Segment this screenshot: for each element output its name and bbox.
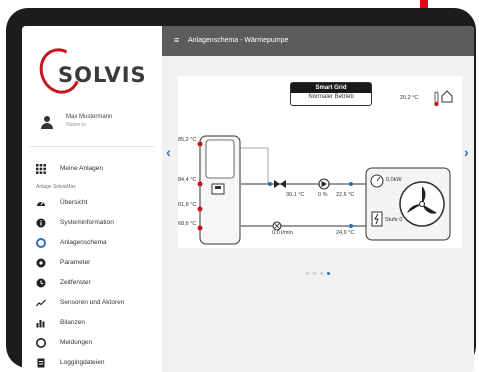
smart-grid-status: Normaler Betrieb [308,94,354,100]
sidebar-item-zeitfenster[interactable]: Zeitfenster [22,274,162,292]
sidebar-item-meine-anlagen[interactable]: Meine Anlagen [22,160,162,178]
sidebar-item-label: Bilanzen [60,319,85,326]
sidebar-item-label: Sensoren und Aktoren [60,299,125,306]
sensor-dot [197,225,203,231]
page-dot[interactable] [320,272,323,275]
sensor-dot [197,141,203,147]
section-label: Anlage SolvisMax [36,184,76,190]
info-icon [36,218,46,228]
tablet-frame: SOLVIS Max Mustermann Nutzer:in Meine An… [6,8,476,372]
sensor-dot [197,206,203,212]
page-dot-active[interactable] [327,272,330,275]
tank-temp-bottom: 68,6 °C [178,221,197,227]
page-dot[interactable] [313,272,316,275]
grid-icon [36,164,46,174]
sensor-icon [36,298,46,308]
sensor-dot [197,181,203,187]
main-content: ≡ Anlagenschema - Wärmepumpe ‹ › Smart G… [162,26,474,372]
bell-icon [36,338,46,348]
sidebar-item-label: Meldungen [60,339,93,346]
sidebar-item-parameter[interactable]: Parameter [22,254,162,272]
sidebar-item-bilanzen[interactable]: Bilanzen [22,314,162,332]
sidebar-item-meldungen[interactable]: Meldungen [22,334,162,352]
hp-flow-temp: 22,6 °C [336,192,355,198]
page-indicator [162,262,474,280]
sensor-dot [268,182,272,186]
thermometer-icon [434,91,439,104]
solvis-logo: SOLVIS [33,42,154,100]
sidebar-item-loggingdateien[interactable]: Loggingdateien [22,354,162,372]
speedometer-icon [36,198,46,208]
top-bar: ≡ Anlagenschema - Wärmepumpe [162,26,474,56]
sensor-dot [349,224,353,228]
sidebar-item-label: Parameter [60,259,91,266]
house-icon [441,90,453,103]
sidebar-item-label: Übersicht [60,199,88,206]
sidebar-item-uebersicht[interactable]: Übersicht [22,194,162,212]
smart-grid-title: Smart Grid [291,83,371,93]
gear-icon [36,258,46,268]
pump-percent: 0 % [318,192,328,198]
smart-grid-status-box: Smart Grid Normaler Betrieb [290,82,372,106]
user-name: Max Mustermann [66,114,113,120]
sidebar-item-anlagenschema[interactable]: Anlagenschema [22,234,162,252]
tank-temp-3: 81,8 °C [178,202,197,208]
schema-card: Smart Grid Normaler Betrieb 20,2 °C 85,2… [178,76,462,248]
file-icon [36,358,46,368]
sidebar-item-label: Zeitfenster [60,279,91,286]
schema-icon [36,238,46,248]
sidebar-item-systeminformation[interactable]: Systeminformation [22,214,162,232]
sidebar-item-label: Loggingdateien [60,359,105,366]
volume-flow: 0,0 l/min [272,230,293,236]
prev-arrow-icon[interactable]: ‹ [166,144,171,160]
page-title: Anlagenschema - Wärmepumpe [188,37,289,44]
tank-temp-2: 84,4 °C [178,177,197,183]
divider [30,146,154,147]
tank-temp-top: 85,2 °C [178,137,197,143]
clock-icon [36,278,46,288]
sensor-dot [349,182,353,186]
valve-icon [274,180,286,188]
power-output: 0,0kW [386,177,402,183]
hp-return-temp: 24,9 °C [336,230,355,236]
next-arrow-icon[interactable]: › [464,144,469,160]
user-role: Nutzer:in [66,122,87,128]
user-icon [40,116,54,130]
sidebar-item-label: Systeminformation [60,219,114,226]
sidebar-item-sensoren[interactable]: Sensoren und Aktoren [22,294,162,312]
app-screen: SOLVIS Max Mustermann Nutzer:in Meine An… [22,26,474,372]
menu-icon[interactable]: ≡ [174,36,179,45]
sidebar-item-label: Anlagenschema [60,239,107,246]
flow-temp: 30,1 °C [286,192,305,198]
compressor-stage: Stufe 0 [385,217,403,223]
page-dot[interactable] [306,272,309,275]
logo-text: SOLVIS [58,63,147,87]
bar-chart-icon [36,318,46,328]
tank-top-unit [205,139,235,179]
sidebar: SOLVIS Max Mustermann Nutzer:in Meine An… [22,26,163,372]
sidebar-item-label: Meine Anlagen [60,165,104,172]
outdoor-temp: 20,2 °C [400,95,419,101]
